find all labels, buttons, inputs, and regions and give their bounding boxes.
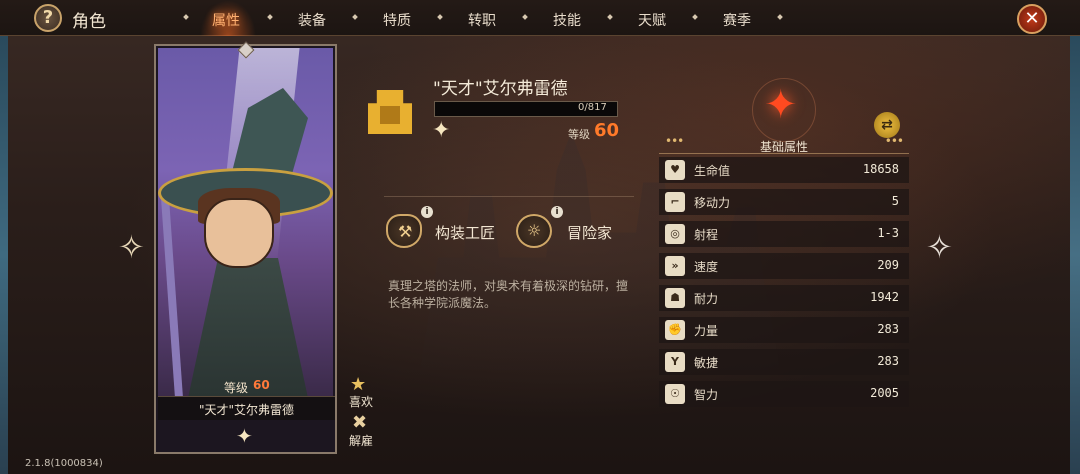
tab-traits[interactable]: 特质	[383, 10, 411, 30]
tab-separator	[692, 14, 698, 20]
tab-equipment[interactable]: 装备	[298, 10, 326, 30]
stat-value: 5	[891, 194, 899, 208]
face-art	[204, 198, 274, 268]
class-info-icon[interactable]: i	[421, 206, 433, 218]
card-name-bar: "天才"艾尔弗雷德	[158, 396, 335, 420]
tab-separator	[267, 14, 273, 20]
left-edge-strip	[0, 36, 8, 474]
stat-row-speed: » 速度 209	[659, 253, 909, 279]
role-label: 冒险家	[567, 224, 613, 242]
stat-row-move: ⌐ 移动力 5	[659, 189, 909, 215]
stat-value: 18658	[862, 162, 899, 176]
level-label: 等级	[568, 128, 590, 141]
stat-label: 智力	[694, 388, 719, 402]
stat-row-endurance: ☗ 耐力 1942	[659, 285, 909, 311]
stats-header: ••• 基础属性 •••	[659, 134, 909, 154]
dismiss-x-icon[interactable]: ✖	[352, 412, 367, 433]
hero-description: 真理之塔的法师，对奥术有着极深的钻研，擅长各种学院派魔法。	[388, 279, 629, 310]
stat-value: 209	[877, 258, 899, 272]
star-rating-icon: ✦	[432, 118, 451, 143]
stat-value: 2005	[870, 386, 899, 400]
tab-skills[interactable]: 技能	[553, 10, 581, 30]
tab-separator	[522, 14, 528, 20]
stat-value: 1-3	[877, 226, 899, 240]
card-level-label: 等级	[224, 381, 249, 395]
tab-separator	[437, 14, 443, 20]
tab-separator	[183, 14, 189, 20]
previous-hero-arrow-icon[interactable]: ✧	[118, 228, 145, 266]
agility-icon: Y	[665, 352, 685, 372]
card-level-value: 60	[253, 378, 270, 392]
stat-label: 生命值	[694, 164, 731, 178]
boot-icon: ⌐	[665, 192, 685, 212]
tab-attributes[interactable]: 属性	[212, 10, 240, 30]
question-icon[interactable]: ?	[34, 4, 62, 32]
character-portrait	[158, 48, 333, 398]
exp-text: 0/817	[578, 102, 607, 113]
close-icon[interactable]: ✕	[1017, 4, 1047, 34]
stat-row-intellect: ☉ 智力 2005	[659, 381, 909, 407]
stat-label: 移动力	[694, 196, 731, 210]
role-glyph-icon: ☼	[527, 221, 542, 240]
dismiss-button[interactable]: 解雇	[346, 432, 376, 449]
tab-separator	[352, 14, 358, 20]
stat-label: 射程	[694, 228, 719, 242]
stat-value: 1942	[870, 290, 899, 304]
page-title: 角色	[72, 12, 106, 32]
level-value: 60	[594, 120, 620, 141]
intellect-icon: ☉	[665, 384, 685, 404]
compass-star-icon: ✦	[764, 82, 798, 128]
tab-class-change[interactable]: 转职	[468, 10, 496, 30]
stat-label: 耐力	[694, 292, 719, 306]
class-glyph-icon: ⚒	[398, 222, 413, 241]
star-icon: ✦	[236, 424, 253, 448]
divider	[384, 196, 634, 197]
strength-icon: ✊	[665, 320, 685, 340]
class-label: 构装工匠	[435, 224, 496, 242]
tab-separator	[607, 14, 613, 20]
hero-name: "天才"艾尔弗雷德	[433, 79, 568, 99]
stat-row-strength: ✊ 力量 283	[659, 317, 909, 343]
speed-icon: »	[665, 256, 685, 276]
favorite-button[interactable]: 喜欢	[346, 393, 376, 410]
robe-art	[188, 258, 308, 398]
dots-decoration: •••	[884, 134, 904, 148]
stat-row-range: ◎ 射程 1-3	[659, 221, 909, 247]
tab-season[interactable]: 赛季	[723, 10, 751, 30]
stats-title: 基础属性	[759, 140, 808, 154]
next-hero-arrow-icon[interactable]: ✧	[926, 228, 953, 266]
target-icon: ◎	[665, 224, 685, 244]
stat-value: 283	[877, 354, 899, 368]
endurance-icon: ☗	[665, 288, 685, 308]
tab-separator	[777, 14, 783, 20]
tab-talents[interactable]: 天赋	[638, 10, 666, 30]
role-info-icon[interactable]: i	[551, 206, 563, 218]
stat-row-agility: Y 敏捷 283	[659, 349, 909, 375]
card-name: "天才"艾尔弗雷德	[198, 403, 295, 417]
stat-row-hp: ♥ 生命值 18658	[659, 157, 909, 183]
stat-value: 283	[877, 322, 899, 336]
stat-label: 速度	[694, 260, 719, 274]
top-bar: ? 角色 属性 装备 特质 转职 技能 天赋 赛季 ✕	[0, 0, 1080, 36]
rank-castle-inner	[380, 106, 400, 124]
stat-label: 力量	[694, 324, 719, 338]
version-label: 2.1.8(1000834)	[25, 458, 103, 469]
right-edge-strip	[1070, 36, 1080, 474]
favorite-star-icon[interactable]: ★	[350, 374, 366, 395]
staff-art	[161, 197, 183, 398]
stat-label: 敏捷	[694, 356, 719, 370]
heart-icon: ♥	[665, 160, 685, 180]
